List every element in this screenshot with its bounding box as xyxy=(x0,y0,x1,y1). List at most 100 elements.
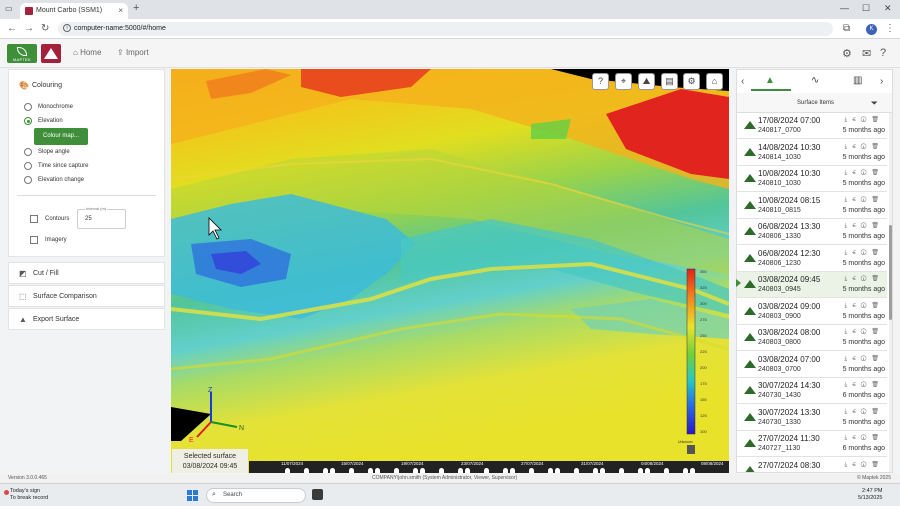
timeline-capture-marker[interactable] xyxy=(619,468,624,473)
browser-menu-icon[interactable]: ⋮ xyxy=(885,23,895,34)
tab-surfaces-icon[interactable]: ▲ xyxy=(765,75,775,86)
share-icon[interactable]: ⋲ xyxy=(852,197,861,203)
surface-item[interactable]: 03/08/2024 09:45 240803_0945 ⤓⋲ⓘ🗑 5 months … xyxy=(737,272,887,298)
timeline-capture-marker[interactable] xyxy=(458,468,463,473)
info-icon[interactable]: ⓘ xyxy=(861,276,872,282)
surface-item-actions[interactable]: ⤓⋲ⓘ🗑 xyxy=(844,196,884,204)
download-icon[interactable]: ⤓ xyxy=(844,303,852,309)
cut-fill-item[interactable]: ◩ Cut / Fill xyxy=(8,262,165,284)
download-icon[interactable]: ⤓ xyxy=(844,144,852,150)
delete-icon[interactable]: 🗑 xyxy=(871,409,884,415)
timeline-capture-marker[interactable] xyxy=(645,468,650,473)
download-icon[interactable]: ⤓ xyxy=(844,117,852,123)
surface-item[interactable]: 30/07/2024 14:30 240730_1430 ⤓⋲ⓘ🗑 6 months … xyxy=(737,378,887,404)
radio-time-since-capture[interactable] xyxy=(24,162,32,170)
timeline-capture-marker[interactable] xyxy=(484,468,489,473)
info-icon[interactable]: ⓘ xyxy=(861,144,872,150)
timeline-capture-marker[interactable] xyxy=(555,468,560,473)
info-icon[interactable]: ⓘ xyxy=(861,382,872,388)
delete-icon[interactable]: 🗑 xyxy=(871,435,884,441)
share-icon[interactable]: ⋲ xyxy=(852,303,861,309)
delete-icon[interactable]: 🗑 xyxy=(871,462,884,468)
surface-item[interactable]: 14/08/2024 10:30 240814_1030 ⤓⋲ⓘ🗑 5 months … xyxy=(737,139,887,166)
panel-back-icon[interactable]: ‹ xyxy=(741,76,744,87)
share-icon[interactable]: ⋲ xyxy=(852,223,861,229)
forward-icon[interactable]: → xyxy=(24,23,34,34)
info-icon[interactable]: ⓘ xyxy=(861,356,872,362)
timeline-capture-marker[interactable] xyxy=(394,468,399,473)
timeline-capture-marker[interactable] xyxy=(600,468,605,473)
surface-item[interactable]: 06/08/2024 13:30 240806_1330 ⤓⋲ⓘ🗑 5 months … xyxy=(737,219,887,245)
import-nav-button[interactable]: ⇪ Import xyxy=(117,48,149,57)
home-nav-button[interactable]: ⌂ Home xyxy=(73,48,101,57)
share-icon[interactable]: ⋲ xyxy=(852,462,861,468)
windows-start-icon[interactable] xyxy=(187,490,198,501)
surface-item-actions[interactable]: ⤓⋲ⓘ🗑 xyxy=(844,355,884,363)
surface-item-actions[interactable]: ⤓⋲ⓘ🗑 xyxy=(844,222,884,230)
system-clock[interactable]: 2:47 PM 5/13/2025 xyxy=(858,488,882,502)
map-viewport[interactable]: 350 325 300 275 250 225 200 175 150 125 100 Unknow… xyxy=(171,69,729,473)
ruler-icon[interactable]: ▤ xyxy=(661,73,678,90)
surface-item-actions[interactable]: ⤓⋲ⓘ🗑 xyxy=(844,302,884,310)
surface-item[interactable]: 06/08/2024 12:30 240806_1230 ⤓⋲ⓘ🗑 5 months … xyxy=(737,245,887,272)
timeline-capture-marker[interactable] xyxy=(375,468,380,473)
radio-elevation-change[interactable] xyxy=(24,176,32,184)
download-icon[interactable]: ⤓ xyxy=(844,462,852,468)
download-icon[interactable]: ⤓ xyxy=(844,197,852,203)
timeline-capture-marker[interactable] xyxy=(323,468,328,473)
delete-icon[interactable]: 🗑 xyxy=(871,197,884,203)
download-icon[interactable]: ⤓ xyxy=(844,276,852,282)
surface-comparison-item[interactable]: ⬚ Surface Comparison xyxy=(8,285,165,307)
download-icon[interactable]: ⤓ xyxy=(844,329,852,335)
delete-icon[interactable]: 🗑 xyxy=(871,117,884,123)
tab-menu-icon[interactable]: ▭ xyxy=(5,4,15,14)
delete-icon[interactable]: 🗑 xyxy=(871,144,884,150)
delete-icon[interactable]: 🗑 xyxy=(871,170,884,176)
help-icon[interactable]: ? xyxy=(880,47,886,59)
surface-item-actions[interactable]: ⤓⋲ⓘ🗑 xyxy=(844,434,884,442)
extensions-icon[interactable]: ⧉ xyxy=(843,23,850,34)
timeline-capture-marker[interactable] xyxy=(420,468,425,473)
url-field[interactable]: i computer-name:5000/#/home xyxy=(58,22,833,36)
share-icon[interactable]: ⋲ xyxy=(852,250,861,256)
minimize-icon[interactable]: — xyxy=(840,3,849,13)
list-scrollbar-thumb[interactable] xyxy=(889,225,892,320)
surface-item-actions[interactable]: ⤓⋲ⓘ🗑 xyxy=(844,249,884,257)
imagery-checkbox[interactable] xyxy=(30,236,38,244)
download-icon[interactable]: ⤓ xyxy=(844,409,852,415)
delete-icon[interactable]: 🗑 xyxy=(871,223,884,229)
share-icon[interactable]: ⋲ xyxy=(852,435,861,441)
radio-monochrome[interactable] xyxy=(24,103,32,111)
timeline-capture-marker[interactable] xyxy=(638,468,643,473)
download-icon[interactable]: ⤓ xyxy=(844,356,852,362)
surface-item-actions[interactable]: ⤓⋲ⓘ🗑 xyxy=(844,328,884,336)
timeline-capture-marker[interactable] xyxy=(413,468,418,473)
info-icon[interactable]: ⓘ xyxy=(861,409,872,415)
timeline-capture-marker[interactable] xyxy=(529,468,534,473)
delete-icon[interactable]: 🗑 xyxy=(871,382,884,388)
notification-widget[interactable]: Today's sign To break record xyxy=(4,488,48,502)
tab-map-icon[interactable]: ▥ xyxy=(853,75,862,86)
profile-avatar[interactable]: K xyxy=(866,24,877,35)
close-window-icon[interactable]: ✕ xyxy=(884,3,892,14)
surface-item[interactable]: 10/08/2024 10:30 240810_1030 ⤓⋲ⓘ🗑 5 months … xyxy=(737,166,887,192)
panel-forward-icon[interactable]: › xyxy=(880,76,883,87)
info-icon[interactable]: ⓘ xyxy=(861,329,872,335)
site-info-icon[interactable]: i xyxy=(63,24,71,32)
timeline-capture-marker[interactable] xyxy=(349,468,354,473)
timeline-capture-marker[interactable] xyxy=(548,468,553,473)
surface-item[interactable]: 03/08/2024 09:00 240803_0900 ⤓⋲ⓘ🗑 5 months … xyxy=(737,298,887,325)
share-icon[interactable]: ⋲ xyxy=(852,409,861,415)
share-icon[interactable]: ⋲ xyxy=(852,170,861,176)
info-icon[interactable]: ⓘ xyxy=(861,435,872,441)
terrain-view-icon[interactable]: ⛰ xyxy=(638,73,655,90)
taskbar-search[interactable]: ⌕ Search xyxy=(206,488,306,503)
delete-icon[interactable]: 🗑 xyxy=(871,356,884,362)
tab-close-icon[interactable]: × xyxy=(118,6,123,15)
download-icon[interactable]: ⤓ xyxy=(844,435,852,441)
timeline-capture-marker[interactable] xyxy=(690,468,695,473)
surface-item[interactable]: 27/07/2024 08:30 240727_0830 ⤓⋲ⓘ🗑 6 months … xyxy=(737,457,887,472)
tab-trends-icon[interactable]: ∿ xyxy=(811,75,819,86)
download-icon[interactable]: ⤓ xyxy=(844,382,852,388)
help-tool-icon[interactable]: ? xyxy=(592,73,609,90)
